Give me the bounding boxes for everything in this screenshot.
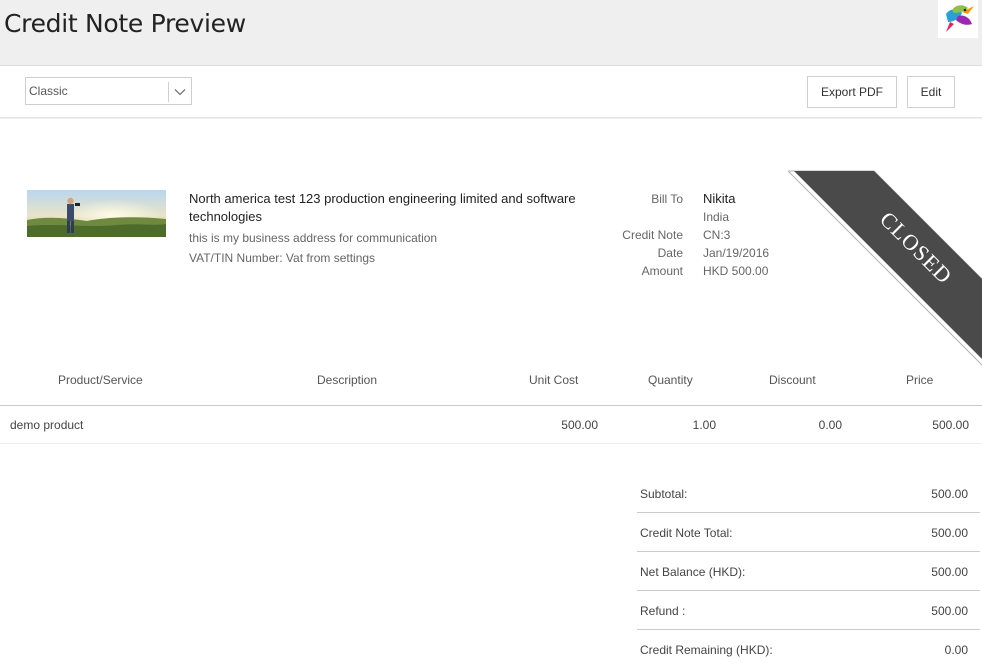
row-product: demo product xyxy=(10,418,84,432)
row-quantity: 1.00 xyxy=(692,418,716,432)
net-balance-value: 500.00 xyxy=(931,565,968,579)
row-unit-cost: 500.00 xyxy=(561,418,598,432)
status-ribbon-text: CLOSED xyxy=(875,206,957,288)
template-select-value: Classic xyxy=(29,84,68,98)
refund-label: Refund : xyxy=(640,604,686,618)
bill-values: Nikita India CN:3 Jan/19/2016 HKD 500.00 xyxy=(703,190,823,280)
col-description: Description xyxy=(317,373,378,387)
totals-row-net-balance: Net Balance (HKD): 500.00 xyxy=(637,552,980,591)
refund-value: 500.00 xyxy=(931,604,968,618)
row-discount: 0.00 xyxy=(818,418,842,432)
credit-remaining-label: Credit Remaining (HKD): xyxy=(640,643,773,657)
template-select[interactable]: Classic xyxy=(25,77,192,105)
company-info: North america test 123 production engine… xyxy=(189,190,579,266)
company-vat: VAT/TIN Number: Vat from settings xyxy=(189,251,376,265)
totals-row-credit-note-total: Credit Note Total: 500.00 xyxy=(637,513,980,552)
credit-note-total-label: Credit Note Total: xyxy=(640,526,733,540)
credit-note-date: Jan/19/2016 xyxy=(703,246,770,260)
credit-note-document: North america test 123 production engine… xyxy=(0,119,982,667)
totals-row-subtotal: Subtotal: 500.00 xyxy=(637,474,980,513)
table-row: demo product 500.00 1.00 0.00 500.00 xyxy=(0,406,982,444)
credit-remaining-value: 0.00 xyxy=(944,643,968,657)
chevron-down-icon xyxy=(174,85,186,103)
row-price: 500.00 xyxy=(932,418,969,432)
col-price: Price xyxy=(906,373,934,387)
company-address: this is my business address for communic… xyxy=(189,231,438,245)
hummingbird-logo-icon xyxy=(938,0,978,38)
page-title: Credit Note Preview xyxy=(4,9,246,38)
bill-spacer xyxy=(583,208,683,226)
bill-to-label: Bill To xyxy=(651,192,683,206)
amount-label: Amount xyxy=(641,264,683,278)
select-divider xyxy=(168,82,169,102)
col-quantity: Quantity xyxy=(648,373,693,387)
edit-button[interactable]: Edit xyxy=(907,76,955,108)
credit-note-number: CN:3 xyxy=(703,228,731,242)
page-header: Credit Note Preview xyxy=(0,0,982,64)
subtotal-value: 500.00 xyxy=(931,487,968,501)
col-product: Product/Service xyxy=(58,373,143,387)
totals-row-credit-remaining: Credit Remaining (HKD): 0.00 xyxy=(637,630,980,667)
net-balance-label: Net Balance (HKD): xyxy=(640,565,746,579)
totals-row-refund: Refund : 500.00 xyxy=(637,591,980,630)
company-banner-image xyxy=(27,190,166,237)
credit-note-total-value: 500.00 xyxy=(931,526,968,540)
credit-note-amount: HKD 500.00 xyxy=(703,264,769,278)
export-pdf-button[interactable]: Export PDF xyxy=(807,76,897,108)
subtotal-label: Subtotal: xyxy=(640,487,688,501)
totals-section: Subtotal: 500.00 Credit Note Total: 500.… xyxy=(637,474,980,667)
items-table-header: Product/Service Description Unit Cost Qu… xyxy=(0,365,982,406)
col-discount: Discount xyxy=(769,373,816,387)
customer-country: India xyxy=(703,210,730,224)
toolbar: Classic Export PDF Edit xyxy=(0,65,982,118)
date-label: Date xyxy=(657,246,683,260)
customer-name: Nikita xyxy=(703,191,736,206)
company-name: North america test 123 production engine… xyxy=(189,191,576,224)
credit-note-label: Credit Note xyxy=(622,228,683,242)
col-unit-cost: Unit Cost xyxy=(529,373,579,387)
bill-labels: Bill To Credit Note Date Amount xyxy=(583,190,683,280)
